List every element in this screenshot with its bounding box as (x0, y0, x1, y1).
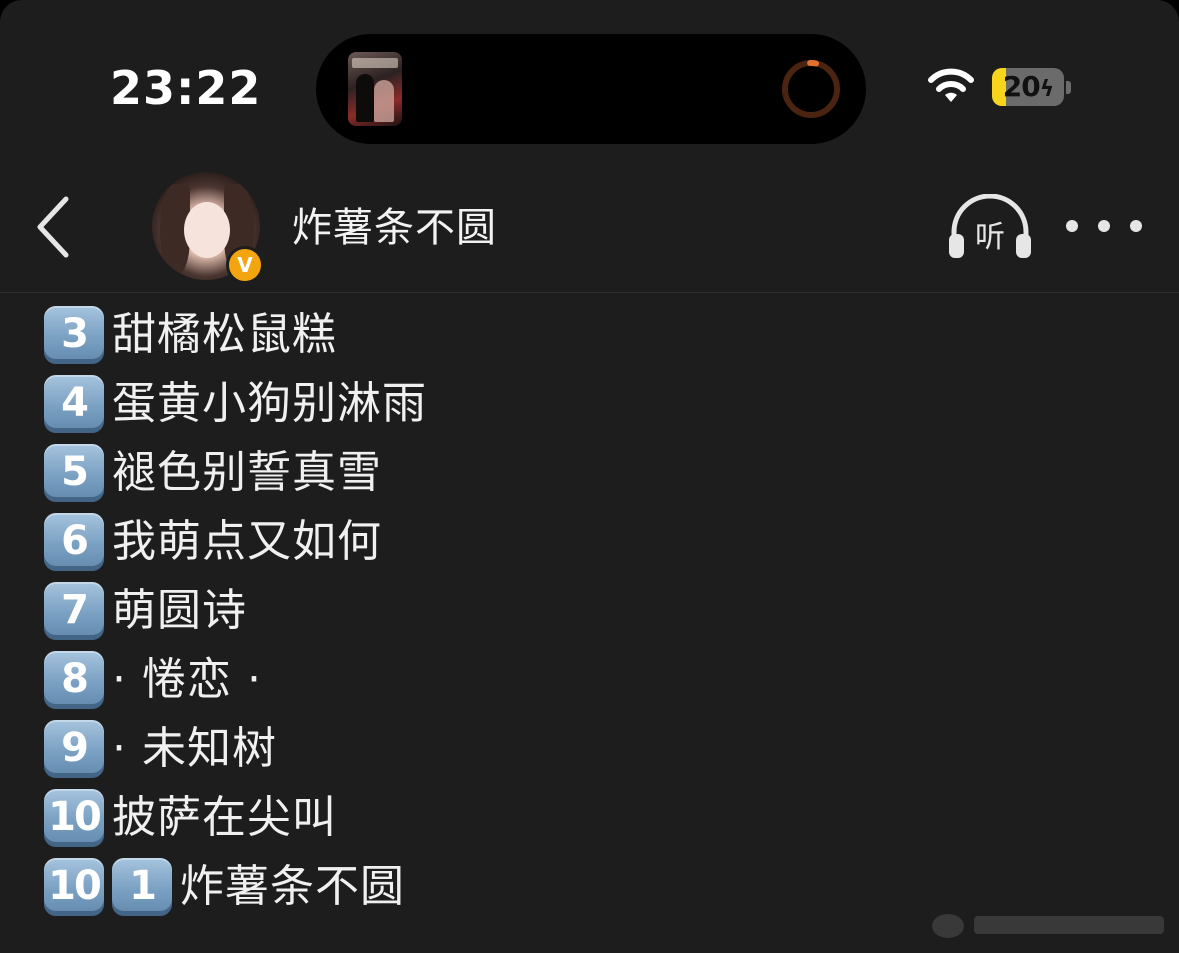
user-name[interactable]: 炸薯条不圆 (292, 200, 497, 256)
keycap-number-icon: 1 (112, 857, 172, 916)
more-dot-icon (1098, 220, 1110, 232)
activity-ring-icon (782, 60, 840, 118)
back-button[interactable] (24, 192, 84, 262)
app-screen: 23:22 20ϟ V 炸薯条不圆 听 3 甜橘松鼠糕 4 蛋黄小狗别淋雨 5 … (0, 0, 1179, 953)
battery-level-text: 20ϟ (992, 68, 1064, 106)
list-item: 5 褪色别誓真雪 (44, 438, 1144, 507)
avatar-face (184, 202, 230, 258)
battery-indicator: 20ϟ (992, 68, 1071, 106)
artwork-figure-dark (356, 74, 374, 122)
keycap-number-icon: 9 (44, 719, 104, 778)
keycap-number-icon: 7 (44, 581, 104, 640)
list-item: 8 · 惓恋 · (44, 645, 1144, 714)
wifi-icon (928, 68, 974, 102)
now-playing-artwork[interactable] (348, 52, 402, 126)
list-item: 10 披萨在尖叫 (44, 783, 1144, 852)
status-time: 23:22 (110, 61, 262, 115)
keycap-number-icon: 8 (44, 650, 104, 709)
dynamic-island[interactable] (316, 34, 866, 144)
watermark-logo (932, 914, 1164, 938)
listen-label: 听 (975, 220, 1005, 255)
more-dot-icon (1066, 220, 1078, 232)
keycap-number-icon: 6 (44, 512, 104, 571)
list-item-text: 我萌点又如何 (112, 515, 382, 567)
list-item: 3 甜橘松鼠糕 (44, 300, 1144, 369)
list-item-text: 蛋黄小狗别淋雨 (112, 377, 427, 429)
list-item-text: 披萨在尖叫 (112, 791, 337, 843)
charging-bolt-icon: ϟ (1039, 77, 1054, 102)
listen-button[interactable]: 听 (946, 193, 1034, 260)
list-item: 9 · 未知树 (44, 714, 1144, 783)
avatar[interactable]: V (152, 172, 264, 284)
list-item-text: · 未知树 (112, 722, 277, 774)
list-item-text: 褪色别誓真雪 (112, 446, 382, 498)
verified-badge-icon: V (226, 246, 264, 284)
list-item: 7 萌圆诗 (44, 576, 1144, 645)
list-item-text: 萌圆诗 (112, 584, 247, 636)
chevron-left-icon (37, 196, 69, 258)
list-item-text: · 惓恋 · (112, 653, 262, 705)
more-options-button[interactable] (1066, 204, 1142, 248)
status-bar: 23:22 20ϟ (0, 0, 1179, 170)
keycap-number-icon: 5 (44, 443, 104, 502)
keycap-number-icon: 10 (44, 857, 104, 916)
chat-header: V 炸薯条不圆 听 (0, 170, 1179, 293)
keycap-number-icon: 4 (44, 374, 104, 433)
list-item: 6 我萌点又如何 (44, 507, 1144, 576)
artwork-figure-light (374, 80, 394, 122)
more-dot-icon (1130, 220, 1142, 232)
battery-level: 20 (1002, 70, 1041, 103)
list-item: 4 蛋黄小狗别淋雨 (44, 369, 1144, 438)
battery-cap (1066, 81, 1071, 94)
message-list: 3 甜橘松鼠糕 4 蛋黄小狗别淋雨 5 褪色别誓真雪 6 我萌点又如何 7 萌圆… (44, 300, 1144, 921)
keycap-number-icon: 10 (44, 788, 104, 847)
keycap-number-icon: 3 (44, 305, 104, 364)
headphones-icon: 听 (949, 193, 1031, 258)
list-item-text: 甜橘松鼠糕 (112, 308, 337, 360)
list-item-text: 炸薯条不圆 (180, 860, 405, 912)
battery-body: 20ϟ (992, 68, 1064, 106)
artwork-title-band (352, 58, 398, 68)
